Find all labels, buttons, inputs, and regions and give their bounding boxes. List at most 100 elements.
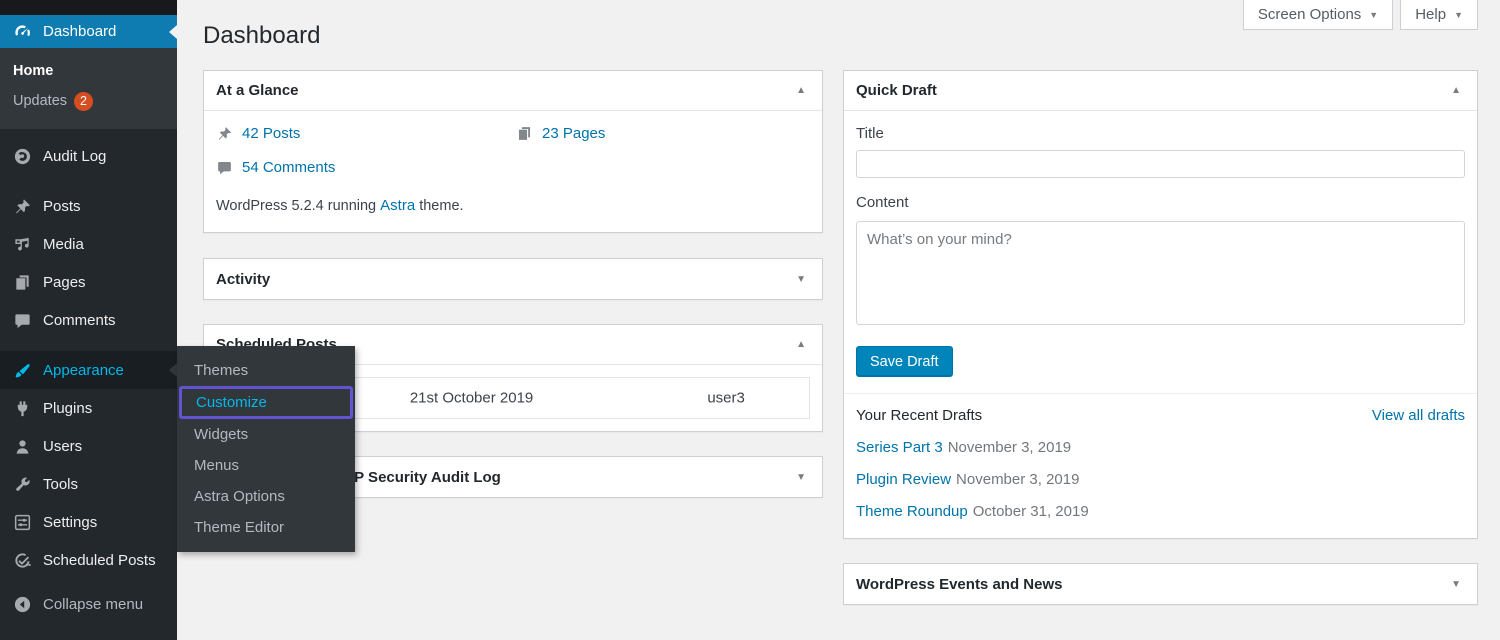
submenu-item-updates[interactable]: Updates2 bbox=[0, 86, 177, 118]
draft-item: Series Part 3 November 3, 2019 bbox=[856, 439, 1465, 456]
audit-log-icon bbox=[13, 147, 32, 166]
media-icon bbox=[13, 235, 32, 254]
sidebar-item-label: Users bbox=[43, 438, 82, 455]
appearance-flyout-menu: Themes Customize Widgets Menus Astra Opt… bbox=[177, 346, 355, 552]
save-draft-button[interactable]: Save Draft bbox=[856, 346, 953, 377]
sidebar-item-plugins[interactable]: Plugins bbox=[0, 389, 177, 427]
sidebar-item-dashboard[interactable]: Dashboard bbox=[0, 15, 177, 48]
sidebar-item-label: Scheduled Posts bbox=[43, 552, 156, 569]
chevron-up-icon[interactable]: ▲ bbox=[1447, 85, 1465, 96]
panel-title: Activity bbox=[216, 271, 270, 288]
comments-count-link[interactable]: 54 Comments bbox=[242, 159, 335, 176]
pushpin-icon bbox=[216, 125, 233, 142]
sidebar-item-label: Settings bbox=[43, 514, 97, 531]
draft-title-input[interactable] bbox=[856, 150, 1465, 178]
sidebar-item-media[interactable]: Media bbox=[0, 225, 177, 263]
collapse-arrow-icon bbox=[13, 595, 32, 614]
pages-icon bbox=[516, 125, 533, 142]
page-title: Dashboard bbox=[203, 22, 320, 50]
quick-draft-body: Title Content Save Draft bbox=[844, 111, 1477, 393]
recent-drafts-header: Your Recent Drafts View all drafts bbox=[856, 407, 1465, 424]
menu-separator bbox=[0, 175, 177, 187]
sidebar-item-label: Plugins bbox=[43, 400, 92, 417]
flyout-item-astra-options[interactable]: Astra Options bbox=[177, 481, 355, 512]
sidebar-item-settings[interactable]: Settings bbox=[0, 503, 177, 541]
events-news-panel: WordPress Events and News ▼ bbox=[843, 563, 1478, 605]
dashboard-submenu: Home Updates2 bbox=[0, 48, 177, 129]
view-all-drafts-link[interactable]: View all drafts bbox=[1372, 407, 1465, 424]
comment-icon bbox=[216, 159, 233, 176]
panel-header: At a Glance ▲ bbox=[204, 71, 822, 111]
flyout-item-customize[interactable]: Customize bbox=[179, 386, 353, 419]
draft-date: November 3, 2019 bbox=[948, 439, 1071, 456]
draft-title-link[interactable]: Series Part 3 bbox=[856, 439, 943, 456]
wrench-icon bbox=[13, 475, 32, 494]
sidebar-item-label: Appearance bbox=[43, 362, 124, 379]
sidebar-item-collapse-menu[interactable]: Collapse menu bbox=[0, 587, 177, 621]
posts-stat: 42 Posts bbox=[216, 125, 516, 142]
pushpin-icon bbox=[13, 197, 32, 216]
theme-link[interactable]: Astra bbox=[380, 197, 415, 214]
chevron-down-icon[interactable]: ▼ bbox=[792, 472, 810, 483]
sidebar-item-tools[interactable]: Tools bbox=[0, 465, 177, 503]
pages-count-link[interactable]: 23 Pages bbox=[542, 125, 605, 142]
sidebar-item-users[interactable]: Users bbox=[0, 427, 177, 465]
sidebar-item-audit-log[interactable]: Audit Log bbox=[0, 137, 177, 175]
draft-item: Theme Roundup October 31, 2019 bbox=[856, 503, 1465, 520]
sidebar-item-label: Comments bbox=[43, 312, 116, 329]
flyout-item-themes[interactable]: Themes bbox=[177, 355, 355, 386]
panel-header: Activity ▼ bbox=[204, 259, 822, 299]
sidebar-item-comments[interactable]: Comments bbox=[0, 301, 177, 339]
updates-count-badge: 2 bbox=[74, 92, 93, 111]
wordpress-version-text: WordPress 5.2.4 running Astra theme. bbox=[216, 197, 810, 214]
sidebar-item-label: Tools bbox=[43, 476, 78, 493]
admin-bar-strip bbox=[0, 0, 177, 15]
sidebar-item-label: Pages bbox=[43, 274, 86, 291]
draft-date: October 31, 2019 bbox=[973, 503, 1089, 520]
flyout-item-menus[interactable]: Menus bbox=[177, 450, 355, 481]
chevron-up-icon[interactable]: ▲ bbox=[792, 85, 810, 96]
at-a-glance-stats: 42 Posts 23 Pages 54 Comments bbox=[216, 125, 810, 176]
comments-stat: 54 Comments bbox=[216, 159, 516, 176]
draft-title-link[interactable]: Theme Roundup bbox=[856, 503, 968, 520]
at-a-glance-panel: At a Glance ▲ 42 Posts 23 Pages bbox=[203, 70, 823, 233]
title-label: Title bbox=[856, 125, 1465, 142]
chevron-down-icon[interactable]: ▼ bbox=[792, 274, 810, 285]
sidebar-item-label: Dashboard bbox=[43, 23, 116, 40]
sidebar-item-label: Posts bbox=[43, 198, 81, 215]
flyout-item-widgets[interactable]: Widgets bbox=[177, 419, 355, 450]
speedometer-icon bbox=[13, 22, 32, 41]
sidebar-item-label: Collapse menu bbox=[43, 596, 143, 613]
panel-title: WP Security Audit Log bbox=[340, 469, 501, 486]
chevron-up-icon[interactable]: ▲ bbox=[792, 339, 810, 350]
screen-options-tab[interactable]: Screen Options ▼ bbox=[1243, 0, 1393, 30]
dashboard-right-column: Quick Draft ▲ Title Content Save Draft Y… bbox=[843, 70, 1478, 605]
menu-separator bbox=[0, 129, 177, 137]
comment-icon bbox=[13, 311, 32, 330]
chevron-down-icon: ▼ bbox=[1454, 10, 1463, 20]
posts-count-link[interactable]: 42 Posts bbox=[242, 125, 300, 142]
sidebar-item-label: Audit Log bbox=[43, 148, 106, 165]
menu-separator bbox=[0, 339, 177, 351]
panel-header: Quick Draft ▲ bbox=[844, 71, 1477, 111]
sliders-icon bbox=[13, 513, 32, 532]
current-item-arrow bbox=[169, 25, 177, 39]
at-a-glance-body: 42 Posts 23 Pages 54 Comments WordPress … bbox=[204, 111, 822, 232]
recent-drafts-section: Your Recent Drafts View all drafts Serie… bbox=[844, 393, 1477, 538]
draft-content-textarea[interactable] bbox=[856, 221, 1465, 325]
sidebar-item-posts[interactable]: Posts bbox=[0, 187, 177, 225]
admin-sidebar: Dashboard Home Updates2 Audit Log Posts … bbox=[0, 0, 177, 640]
draft-title-link[interactable]: Plugin Review bbox=[856, 471, 951, 488]
panel-header: WordPress Events and News ▼ bbox=[844, 564, 1477, 604]
submenu-item-home[interactable]: Home bbox=[0, 57, 177, 86]
flyout-item-theme-editor[interactable]: Theme Editor bbox=[177, 512, 355, 543]
paintbrush-icon bbox=[13, 361, 32, 380]
activity-panel: Activity ▼ bbox=[203, 258, 823, 300]
chevron-down-icon[interactable]: ▼ bbox=[1447, 579, 1465, 590]
sidebar-item-appearance[interactable]: Appearance bbox=[0, 351, 177, 389]
help-tab[interactable]: Help ▼ bbox=[1400, 0, 1478, 30]
content-label: Content bbox=[856, 194, 1465, 211]
sidebar-item-scheduled-posts[interactable]: Scheduled Posts bbox=[0, 541, 177, 579]
sidebar-item-pages[interactable]: Pages bbox=[0, 263, 177, 301]
draft-item: Plugin ReviewNovember 3, 2019 bbox=[856, 471, 1465, 488]
